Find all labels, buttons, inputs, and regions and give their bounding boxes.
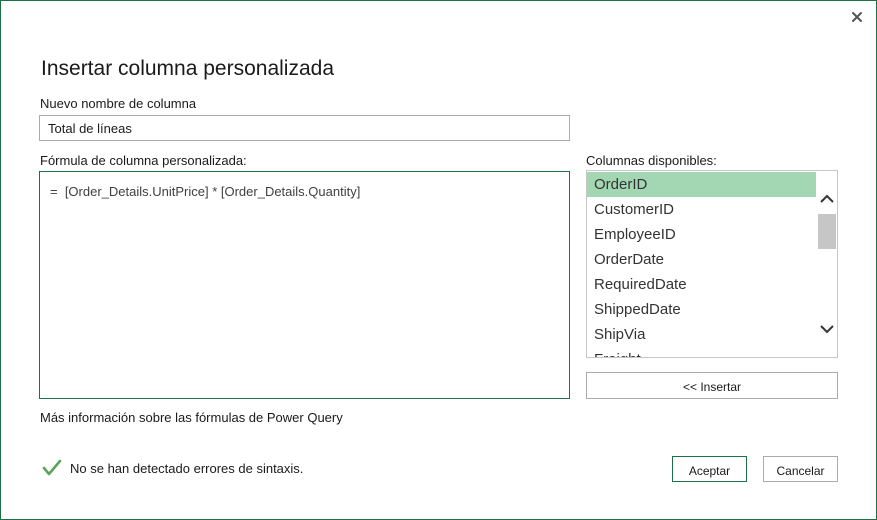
formula-text[interactable]: = [Order_Details.UnitPrice] * [Order_Det… xyxy=(50,184,360,199)
checkmark-icon xyxy=(42,459,62,476)
column-item-customerid[interactable]: CustomerID xyxy=(587,197,816,222)
available-columns-list[interactable]: OrderID CustomerID EmployeeID OrderDate … xyxy=(586,170,838,358)
chevron-up-icon[interactable] xyxy=(818,191,836,207)
chevron-down-icon[interactable] xyxy=(818,321,836,337)
dialog-title: Insertar columna personalizada xyxy=(41,57,334,80)
ok-button[interactable]: Aceptar xyxy=(672,456,747,482)
column-item-freight[interactable]: Freight xyxy=(587,347,816,357)
column-item-employeeid[interactable]: EmployeeID xyxy=(587,222,816,247)
column-item-orderid[interactable]: OrderID xyxy=(587,172,816,197)
column-name-input[interactable] xyxy=(39,115,570,141)
column-item-shippeddate[interactable]: ShippedDate xyxy=(587,297,816,322)
custom-column-dialog: Insertar columna personalizada Nuevo nom… xyxy=(0,0,877,520)
available-columns-label: Columnas disponibles: xyxy=(586,153,717,168)
column-item-shipvia[interactable]: ShipVia xyxy=(587,322,816,347)
column-item-orderdate[interactable]: OrderDate xyxy=(587,247,816,272)
formula-label: Fórmula de columna personalizada: xyxy=(40,153,247,168)
scrollbar-thumb[interactable] xyxy=(818,214,836,249)
formula-editor[interactable]: = [Order_Details.UnitPrice] * [Order_Det… xyxy=(39,171,570,399)
columns-scrollbar[interactable] xyxy=(817,171,837,357)
column-name-label: Nuevo nombre de columna xyxy=(40,96,197,111)
syntax-status-text: No se han detectado errores de sintaxis. xyxy=(70,461,304,476)
cancel-button[interactable]: Cancelar xyxy=(763,456,838,482)
insert-column-button[interactable]: << Insertar xyxy=(586,372,838,399)
column-item-requireddate[interactable]: RequiredDate xyxy=(587,272,816,297)
close-icon[interactable] xyxy=(850,10,864,24)
power-query-help-link[interactable]: Más información sobre las fórmulas de Po… xyxy=(40,410,343,425)
